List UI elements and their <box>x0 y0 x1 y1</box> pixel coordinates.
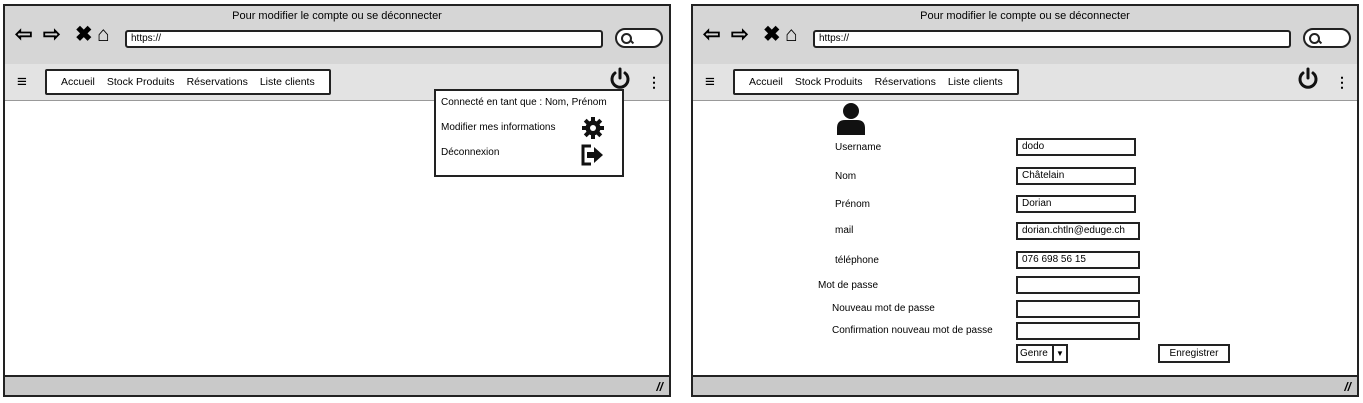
nav-menu: Accueil Stock Produits Réservations List… <box>45 69 331 95</box>
account-dropdown: Connecté en tant que : Nom, Prénom Modif… <box>434 89 624 177</box>
gear-icon[interactable] <box>581 116 605 140</box>
telephone-field[interactable]: 076 698 56 15 <box>1016 251 1140 269</box>
save-button[interactable]: Enregistrer <box>1158 344 1230 363</box>
nav-item-accueil[interactable]: Accueil <box>61 76 95 88</box>
nav-menu: Accueil Stock Produits Réservations List… <box>733 69 1019 95</box>
confirm-password-field[interactable] <box>1016 322 1140 340</box>
toolbar: ≡ Accueil Stock Produits Réservations Li… <box>693 64 1357 101</box>
genre-select-value: Genre <box>1020 348 1048 359</box>
nav-item-accueil[interactable]: Accueil <box>749 76 783 88</box>
dropdown-arrow-icon: ▼ <box>1052 346 1066 361</box>
prenom-label: Prénom <box>835 199 871 210</box>
genre-select[interactable]: Genre ▼ <box>1016 344 1068 363</box>
url-bar[interactable]: https:// <box>813 30 1291 48</box>
back-arrow-icon[interactable]: ⇦ <box>15 24 33 46</box>
url-bar[interactable]: https:// <box>125 30 603 48</box>
search-icon <box>1309 33 1320 44</box>
browser-window-left: Pour modifier le compte ou se déconnecte… <box>3 4 671 397</box>
close-icon[interactable]: ✖ <box>75 24 93 46</box>
confirm-password-label: Confirmation nouveau mot de passe <box>832 325 993 336</box>
mail-label: mail <box>835 225 854 236</box>
home-icon[interactable]: ⌂ <box>785 24 798 46</box>
more-options-icon[interactable]: ⋮ <box>1335 75 1349 89</box>
close-icon[interactable]: ✖ <box>763 24 781 46</box>
mail-field[interactable]: dorian.chtln@eduge.ch <box>1016 222 1140 240</box>
username-field[interactable]: dodo <box>1016 138 1136 156</box>
menu-icon[interactable]: ≡ <box>17 73 27 90</box>
search-field[interactable] <box>615 28 663 48</box>
logout-icon[interactable] <box>580 143 606 167</box>
edit-info-menu-item[interactable]: Modifier mes informations <box>441 122 555 133</box>
menu-icon[interactable]: ≡ <box>705 73 715 90</box>
connected-as-label: Connecté en tant que : Nom, Prénom <box>441 97 607 108</box>
nav-item-reservations[interactable]: Réservations <box>875 76 936 88</box>
status-bar: // <box>5 375 669 395</box>
user-avatar-icon <box>837 103 865 135</box>
logout-menu-item[interactable]: Déconnexion <box>441 147 499 158</box>
browser-window-right: Pour modifier le compte ou se déconnecte… <box>691 4 1359 397</box>
resize-grip-icon[interactable]: // <box>656 380 663 394</box>
status-bar: // <box>693 375 1357 395</box>
window-title: Pour modifier le compte ou se déconnecte… <box>920 10 1130 22</box>
window-title: Pour modifier le compte ou se déconnecte… <box>232 10 442 22</box>
nav-item-liste-clients[interactable]: Liste clients <box>948 76 1003 88</box>
new-password-label: Nouveau mot de passe <box>832 303 935 314</box>
nav-item-liste-clients[interactable]: Liste clients <box>260 76 315 88</box>
resize-grip-icon[interactable]: // <box>1344 380 1351 394</box>
password-field[interactable] <box>1016 276 1140 294</box>
new-password-field[interactable] <box>1016 300 1140 318</box>
forward-arrow-icon[interactable]: ⇨ <box>43 24 61 46</box>
telephone-label: téléphone <box>835 255 879 266</box>
prenom-field[interactable]: Dorian <box>1016 195 1136 213</box>
search-field[interactable] <box>1303 28 1351 48</box>
power-icon[interactable] <box>1296 67 1320 91</box>
nom-label: Nom <box>835 171 857 182</box>
username-label: Username <box>835 142 882 153</box>
nom-field[interactable]: Châtelain <box>1016 167 1136 185</box>
title-bar: Pour modifier le compte ou se déconnecte… <box>693 6 1357 66</box>
nav-item-stock-produits[interactable]: Stock Produits <box>107 76 175 88</box>
nav-item-reservations[interactable]: Réservations <box>187 76 248 88</box>
back-arrow-icon[interactable]: ⇦ <box>703 24 721 46</box>
title-bar: Pour modifier le compte ou se déconnecte… <box>5 6 669 66</box>
more-options-icon[interactable]: ⋮ <box>647 75 661 89</box>
power-icon[interactable] <box>608 67 632 91</box>
forward-arrow-icon[interactable]: ⇨ <box>731 24 749 46</box>
search-icon <box>621 33 632 44</box>
password-label: Mot de passe <box>818 280 879 291</box>
nav-item-stock-produits[interactable]: Stock Produits <box>795 76 863 88</box>
home-icon[interactable]: ⌂ <box>97 24 110 46</box>
